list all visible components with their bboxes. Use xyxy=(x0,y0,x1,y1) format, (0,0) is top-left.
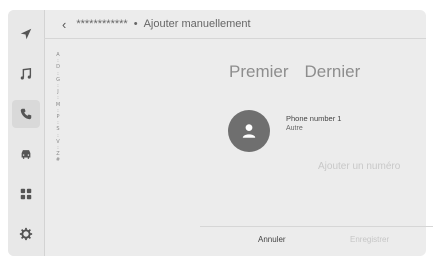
music-button[interactable] xyxy=(12,60,40,88)
sidebar xyxy=(8,10,45,256)
header-bar: ‹ ************ • Ajouter manuellement xyxy=(44,10,426,39)
alphabet-index-bar[interactable]: A: D: G: J: M: P: S: V: Z # xyxy=(54,52,62,202)
breadcrumb-separator: • xyxy=(133,18,138,30)
car-icon xyxy=(21,150,31,159)
cancel-button[interactable]: Annuler xyxy=(258,235,286,244)
person-icon xyxy=(242,124,256,138)
footer-divider xyxy=(200,226,433,227)
add-number-button[interactable]: Ajouter un numéro xyxy=(318,161,400,172)
phone-button[interactable] xyxy=(12,100,40,128)
app-frame: ‹ ************ • Ajouter manuellement xyxy=(8,10,426,256)
contact-avatar[interactable] xyxy=(228,110,270,152)
apps-button[interactable] xyxy=(12,180,40,208)
contact-name: ************ xyxy=(76,18,128,30)
navigation-arrow-icon xyxy=(20,28,32,40)
chevron-left-icon: ‹ xyxy=(62,16,67,32)
apps-grid-icon xyxy=(20,188,32,200)
page-title: Ajouter manuellement xyxy=(143,18,251,30)
back-button[interactable]: ‹ xyxy=(62,17,66,32)
name-fields: Premier Dernier xyxy=(229,62,360,82)
navigation-button[interactable] xyxy=(12,20,40,48)
index-letter[interactable]: # xyxy=(54,157,62,163)
last-name-field[interactable]: Dernier xyxy=(305,62,361,82)
vehicle-button[interactable] xyxy=(12,140,40,168)
phone-type-label: Autre xyxy=(286,125,303,132)
settings-button[interactable] xyxy=(12,220,40,248)
first-name-field[interactable]: Premier xyxy=(229,62,289,82)
phone-number-label[interactable]: Phone number 1 xyxy=(286,114,341,123)
save-button[interactable]: Enregistrer xyxy=(350,235,389,244)
gear-icon xyxy=(19,227,33,241)
phone-icon xyxy=(20,108,32,120)
music-note-icon xyxy=(20,67,32,80)
